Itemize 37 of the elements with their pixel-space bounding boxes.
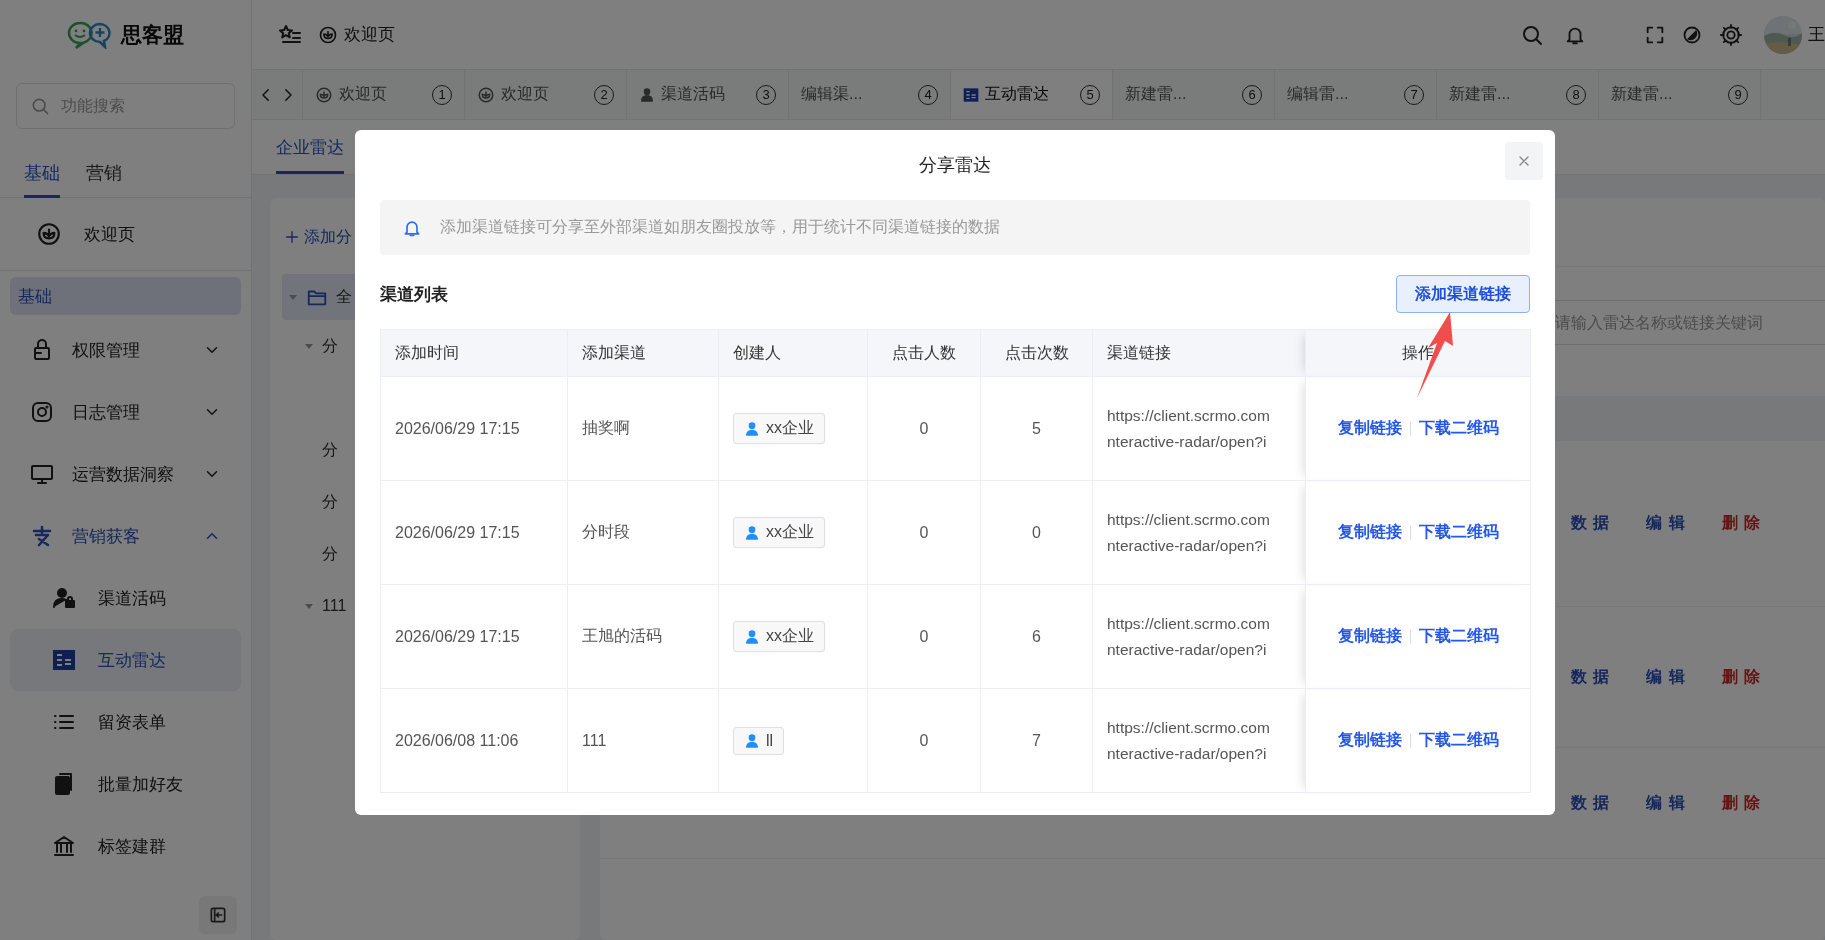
creator-tag: xx企业 xyxy=(733,621,825,652)
column-header: 创建人 xyxy=(733,343,781,361)
column-header: 操作 xyxy=(1402,343,1434,361)
link-text: https://client.scrmo.com nteractive-radar/open?i xyxy=(1107,614,1270,658)
click-count: 0 xyxy=(1032,523,1041,541)
channel-name: 抽奖啊 xyxy=(582,419,630,436)
visitor-count: 0 xyxy=(919,627,929,645)
visitor-count: 0 xyxy=(919,419,929,437)
column-header: 添加时间 xyxy=(395,343,459,361)
time-text: 2026/06/29 17:15 xyxy=(395,419,520,437)
column-header: 添加渠道 xyxy=(582,343,646,361)
visitor-count: 0 xyxy=(919,731,929,749)
click-count: 5 xyxy=(1032,419,1041,437)
time-text: 2026/06/08 11:06 xyxy=(395,731,519,749)
channel-name: 分时段 xyxy=(582,523,630,540)
channel-name: 111 xyxy=(582,731,607,749)
link-text: https://client.scrmo.com nteractive-radar/open?i xyxy=(1107,510,1270,554)
time-text: 2026/06/29 17:15 xyxy=(395,627,520,645)
column-header: 点击次数 xyxy=(1004,343,1069,361)
dialog-title: 分享雷达 xyxy=(919,154,991,177)
notice-text: 添加渠道链接可分享至外部渠道如朋友圈投放等，用于统计不同渠道链接的数据 xyxy=(440,217,1000,237)
logo-text: 思客盟 xyxy=(121,22,184,48)
click-count: 7 xyxy=(1032,731,1041,749)
visitor-count: 0 xyxy=(919,523,929,541)
creator-tag: xx企业 xyxy=(733,517,825,548)
menu-group-header: 基础 xyxy=(10,277,241,315)
column-header: 渠道链接 xyxy=(1107,343,1171,361)
section-title: 渠道列表 xyxy=(380,283,448,306)
channel-name: 王旭的活码 xyxy=(582,627,662,644)
click-count: 6 xyxy=(1032,627,1041,645)
creator-tag: xx企业 xyxy=(733,413,825,444)
link-text: https://client.scrmo.com nteractive-radar/open?i xyxy=(1107,718,1270,762)
user-name: 王 xyxy=(1808,24,1825,46)
column-header: 点击人数 xyxy=(892,343,956,361)
creator-tag: ll xyxy=(733,726,785,755)
time-text: 2026/06/29 17:15 xyxy=(395,523,520,541)
link-text: https://client.scrmo.com nteractive-radar/open?i xyxy=(1107,406,1270,450)
